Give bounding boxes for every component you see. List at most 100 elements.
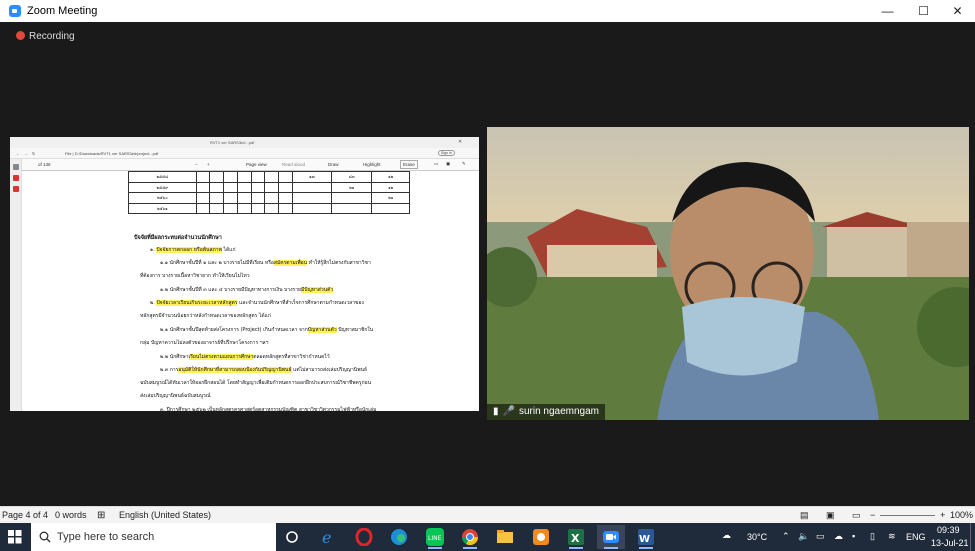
proofing-icon[interactable]: ⊞ (97, 510, 105, 521)
zoom-out-icon[interactable]: − (195, 162, 198, 167)
read-aloud-button[interactable]: Read aloud (282, 162, 305, 167)
clock-time[interactable]: 09:39 (937, 525, 960, 535)
line-text: และจำนวนนักศึกษาที่สำเร็จการศึกษาตามกำหน… (237, 300, 364, 306)
zoom-in-icon[interactable]: + (207, 162, 210, 167)
title-bar: Zoom Meeting — ☐ ✕ (0, 0, 975, 22)
table-cell (236, 181, 252, 193)
participant-name-bar: ▮ 🎤 surin ngaemngam (487, 404, 606, 420)
table-cell (195, 181, 211, 193)
line-text: ๑.๒ นักศึกษาชั้นปีที่ ๓ และ ๔ บางรายมีปั… (160, 287, 301, 293)
line-icon: LINE (426, 528, 444, 546)
weather-icon[interactable]: ☁ (722, 530, 731, 541)
line-text: ฉบับสมบูรณ์ได้ทันเวลาให้ออกฝึกสอนได้ โดย… (140, 380, 372, 386)
page-view-button[interactable]: Page view (246, 162, 267, 167)
chrome-button[interactable] (456, 525, 484, 549)
page-count[interactable]: Page 4 of 4 (2, 510, 48, 520)
pdf-sidebar (10, 159, 22, 411)
line-text: ๒.๒ นักศึกษา (160, 354, 189, 360)
onedrive-icon[interactable]: ☁ (834, 531, 843, 542)
highlighted-text: เรียนไม่ตรงตามแผนการศึกษา (188, 354, 254, 360)
minimize-button[interactable]: — (870, 0, 905, 22)
language-status[interactable]: English (United States) (119, 510, 211, 520)
signal-icon: ▮ (493, 406, 499, 417)
table-cell (264, 171, 280, 183)
weather-temp[interactable]: 30°C (747, 532, 767, 542)
print-layout-icon[interactable]: ▣ (826, 510, 835, 521)
table-cell: ๘๓ (330, 171, 373, 183)
wifi-icon[interactable]: ≋ (888, 531, 896, 542)
line-text: ๒.๑ นักศึกษาชั้นปีสุดท้ายส่งโครงการ (Pro… (160, 327, 308, 333)
pdf-icon[interactable] (13, 175, 19, 181)
speaker-icon[interactable]: 🔈 (798, 531, 809, 542)
draw-button[interactable]: Draw (328, 162, 339, 167)
address-text[interactable]: File | D:/Downloads/RVT1 ver SARS3ed/pro… (65, 151, 158, 156)
browser-tab-title[interactable]: RVT1 ver SARS3ed...pdf (210, 140, 254, 145)
show-desktop-button[interactable] (970, 523, 974, 551)
tray-app-icon[interactable]: ▪ (852, 531, 855, 541)
sidebar-toggle-icon[interactable] (13, 164, 19, 170)
table-cell (223, 171, 238, 183)
table-cell (330, 202, 373, 214)
web-layout-icon[interactable]: ▭ (852, 510, 861, 521)
start-button[interactable] (0, 523, 30, 551)
table-cell (209, 171, 225, 183)
zoom-level[interactable]: 100% (950, 510, 973, 520)
page-number-field[interactable]: of 136 (38, 162, 51, 167)
edge-legacy-icon: e (322, 528, 331, 546)
pdf-icon-2[interactable] (13, 186, 19, 192)
forward-icon[interactable]: → (24, 151, 28, 156)
line-text: ๑.๑ นักศึกษาชั้นปีที่ ๑ และ ๒ บางรายไม่ม… (160, 260, 274, 266)
chrome-icon (461, 529, 479, 546)
excel-icon: X (568, 529, 584, 545)
table-cell (250, 181, 266, 193)
battery-icon[interactable]: ▯ (870, 531, 875, 542)
pdf-toolbar: of 136 − + Page view Read aloud Draw Hig… (10, 159, 479, 171)
table-cell: ๑๒ (371, 181, 410, 193)
zoom-taskbar-button[interactable] (597, 525, 625, 549)
edge-button[interactable] (385, 525, 413, 549)
pin-icon[interactable]: ✎ (462, 161, 466, 167)
zoom-slider[interactable] (880, 515, 935, 516)
word-count[interactable]: 0 words (55, 510, 87, 520)
task-view-button[interactable] (278, 525, 306, 549)
table-cell (236, 171, 252, 183)
hidden-icons-chevron[interactable]: ⌃ (782, 531, 790, 542)
input-language[interactable]: ENG (906, 532, 926, 542)
table-cell: ๑๗ (291, 171, 332, 183)
network-icon[interactable]: ▭ (816, 531, 825, 542)
line-text: ได้แก่ (221, 247, 236, 253)
highlighted-text: อนุมัติให้นักศึกษาที่สามารถสอบป้องกันปริ… (178, 367, 292, 373)
taskbar-search[interactable]: Type here to search (31, 523, 276, 551)
maximize-button[interactable]: ☐ (906, 0, 941, 22)
recording-indicator[interactable]: Recording (16, 31, 75, 42)
close-button[interactable]: ✕ (940, 0, 975, 22)
highlight-button[interactable]: Highlight (363, 162, 381, 167)
table-cell (264, 181, 280, 193)
line-text: ที่ต้องการ บางรายเนื้อหาวิชายาก ทำให้เรี… (140, 273, 250, 279)
document-line: ที่ต้องการ บางรายเนื้อหาวิชายาก ทำให้เรี… (140, 272, 250, 280)
zoom-out-status-icon[interactable]: − (870, 510, 875, 520)
word-button[interactable]: W (632, 525, 660, 549)
participant-video[interactable]: ▮ 🎤 surin ngaemngam (487, 127, 969, 420)
sign-in-button[interactable]: Sign in (438, 150, 455, 156)
back-icon[interactable]: ← (16, 151, 20, 156)
opera-button[interactable] (350, 525, 378, 549)
zoom-in-status-icon[interactable]: + (940, 510, 945, 520)
read-mode-icon[interactable]: ▤ (800, 510, 809, 521)
file-explorer-button[interactable] (491, 525, 519, 549)
save-icon[interactable]: ▣ (446, 161, 450, 167)
edge-legacy-button[interactable]: e (314, 525, 342, 549)
app-orange-button[interactable] (527, 525, 555, 549)
line-button[interactable]: LINE (421, 525, 449, 549)
highlighted-text: ปัญหาส่วนตัว (307, 327, 337, 333)
refresh-icon[interactable]: ↻ (32, 151, 35, 156)
opera-icon (355, 528, 373, 546)
table-cell (236, 192, 252, 204)
excel-button[interactable]: X (562, 525, 590, 549)
print-icon[interactable]: ▭ (434, 161, 438, 167)
line-text: ๒.๓ การ (160, 367, 179, 373)
erase-button[interactable]: Erase (400, 160, 418, 169)
browser-close-icon[interactable]: ✕ (458, 139, 462, 145)
document-line: ๒. ปัจจัยเวลาเรียนเกินระยะเวลาหลักสูตร แ… (150, 299, 364, 307)
clock-date[interactable]: 13-Jul-21 (931, 538, 969, 548)
